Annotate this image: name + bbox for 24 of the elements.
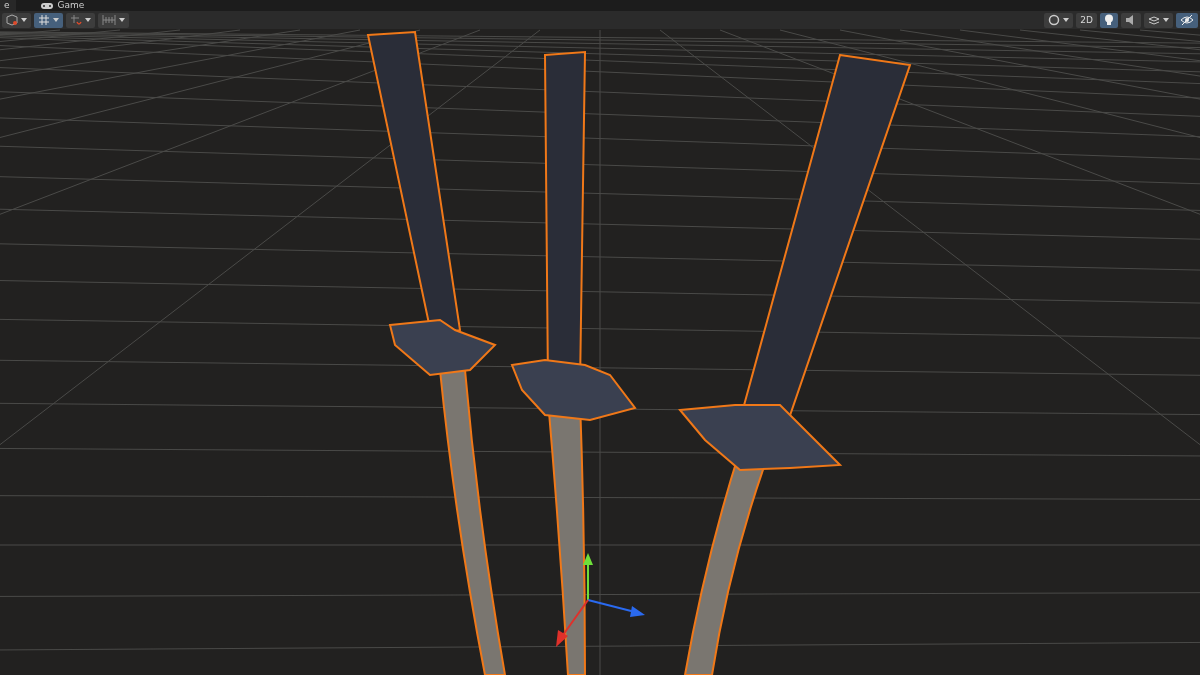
grid-icon [38,14,50,26]
ruler-tool-button[interactable] [98,12,129,28]
hidden-eye-icon [1180,14,1194,26]
sword-drawing[interactable] [366,30,506,675]
snap-tool-button[interactable] [66,12,95,28]
grid-magnet-icon [70,14,82,26]
sword-drawing[interactable] [510,50,637,675]
sphere-toggle-button[interactable] [1044,12,1074,28]
cube-tool-button[interactable] [2,12,31,28]
sphere-icon [1048,14,1061,26]
cube-icon [6,14,18,26]
layers-toggle-button[interactable] [1144,12,1173,28]
bulb-toggle-button[interactable] [1100,12,1118,28]
editor-tab[interactable]: Game [35,0,91,11]
grid-tool-button[interactable] [34,12,63,28]
ruler-icon [102,14,116,26]
mode-button[interactable]: 2D [1076,12,1097,28]
light-bulb-icon [1104,14,1114,26]
speaker-toggle-button[interactable] [1121,12,1141,28]
layers-icon [1148,14,1160,26]
editor-tab[interactable]: e [0,0,16,11]
eye-toggle-button[interactable] [1176,12,1198,28]
move-gizmo-drawing[interactable] [556,553,645,647]
sword-drawing[interactable] [678,53,912,675]
